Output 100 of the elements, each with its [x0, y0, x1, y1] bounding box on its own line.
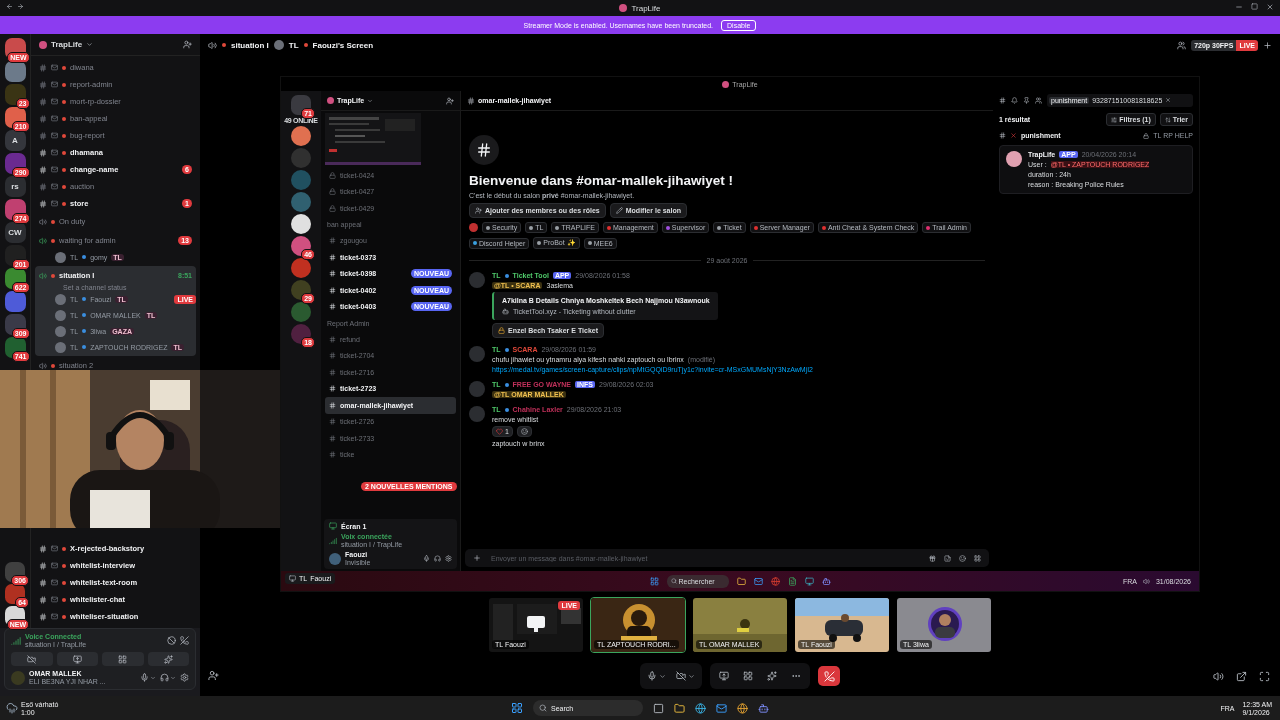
viewers-icon	[1177, 40, 1187, 50]
popout-icon[interactable]	[1236, 670, 1247, 682]
lock-icon	[1143, 132, 1150, 139]
hash-icon	[39, 131, 47, 140]
settings-icon[interactable]	[445, 555, 452, 562]
leave-call-button[interactable]	[818, 666, 840, 686]
chevron-icon	[170, 674, 176, 681]
sparkles-icon	[767, 671, 777, 681]
start-icon[interactable]	[649, 576, 659, 586]
forward-icon[interactable]	[17, 3, 24, 10]
settings-icon[interactable]	[180, 673, 189, 682]
hash-icon	[39, 182, 47, 191]
lock-icon	[329, 188, 336, 196]
mic-icon	[140, 673, 149, 682]
deafen-button[interactable]	[160, 673, 176, 682]
document-icon[interactable]	[787, 576, 797, 586]
task-view-icon[interactable]	[653, 702, 664, 714]
avatar	[1006, 151, 1022, 167]
mail-icon[interactable]	[753, 576, 763, 586]
share-screen-button[interactable]	[56, 652, 98, 666]
mic-icon[interactable]	[423, 555, 430, 562]
hash-icon	[39, 148, 47, 157]
start-icon[interactable]	[511, 702, 523, 714]
status-dot	[51, 273, 55, 278]
avatar	[469, 406, 485, 422]
monitor-icon[interactable]	[804, 576, 814, 586]
browser-icon[interactable]	[695, 702, 706, 714]
close-icon[interactable]	[1266, 3, 1274, 11]
status-dot	[62, 597, 66, 602]
emoji-icon[interactable]	[959, 554, 966, 562]
lock-icon	[498, 327, 505, 334]
weather-icon	[6, 702, 18, 714]
hash-icon	[39, 612, 47, 621]
signal-icon	[329, 536, 337, 545]
mic-icon	[647, 671, 657, 681]
avatar	[469, 223, 478, 232]
status-dot	[62, 184, 66, 189]
screen-icon	[289, 575, 296, 582]
server-name[interactable]: TrapLife	[51, 40, 83, 49]
threads-icon[interactable]	[999, 96, 1006, 104]
apps-icon[interactable]	[974, 554, 981, 562]
chat-app-icon[interactable]	[758, 702, 769, 714]
filter-icon	[1111, 116, 1118, 123]
bot-icon	[502, 308, 509, 315]
gift-icon[interactable]	[929, 554, 936, 562]
bell-icon[interactable]	[1011, 96, 1018, 104]
signal-icon	[11, 635, 21, 646]
chevron-icon	[150, 674, 156, 681]
avatar	[469, 272, 485, 288]
headphones-icon[interactable]	[434, 555, 441, 562]
invite-icon[interactable]	[208, 670, 219, 681]
avatar	[329, 552, 341, 565]
server-icon[interactable]: CW	[4, 222, 26, 243]
invite-icon[interactable]	[183, 40, 192, 49]
mail-icon	[51, 149, 58, 156]
screen-icon	[329, 522, 337, 530]
activities-button[interactable]	[102, 652, 144, 666]
volume-icon[interactable]	[1213, 670, 1224, 682]
members-icon[interactable]	[1035, 96, 1042, 104]
avatar	[55, 325, 66, 337]
volume-icon[interactable]	[1142, 577, 1150, 585]
chat-app-icon[interactable]	[821, 576, 831, 586]
status-dot	[82, 297, 87, 301]
pin-icon[interactable]	[1023, 96, 1030, 104]
hash-icon	[329, 253, 336, 261]
mail-icon[interactable]	[716, 702, 727, 714]
server-icon[interactable]: A	[4, 130, 26, 151]
headphones-icon	[160, 673, 169, 682]
folder-icon[interactable]	[674, 702, 685, 714]
mute-button[interactable]	[140, 673, 156, 682]
screen-share-icon	[719, 671, 729, 681]
hash-icon	[329, 401, 336, 409]
mail-icon	[51, 81, 58, 88]
hash-icon	[329, 270, 336, 278]
clear-icon[interactable]	[1165, 97, 1172, 103]
server-icon[interactable]	[291, 214, 311, 234]
soundboard-button[interactable]	[147, 652, 189, 666]
add-icon[interactable]	[1263, 40, 1272, 50]
fullscreen-icon[interactable]	[1259, 670, 1270, 682]
server-icon[interactable]	[291, 126, 311, 146]
sticker-icon[interactable]	[944, 554, 951, 562]
server-icon[interactable]: rs	[4, 176, 26, 197]
camera-button[interactable]	[11, 652, 53, 666]
hash-icon	[39, 199, 47, 208]
disconnect-icon[interactable]	[180, 636, 189, 645]
add-reaction-button[interactable]	[516, 426, 532, 437]
invite-icon[interactable]	[446, 96, 454, 105]
back-icon[interactable]	[6, 3, 13, 10]
browser-icon[interactable]	[770, 576, 780, 586]
mail-icon	[51, 115, 58, 122]
plus-icon[interactable]	[473, 554, 481, 562]
maximize-icon[interactable]	[1251, 3, 1258, 10]
add-user-icon	[475, 207, 482, 214]
folder-icon[interactable]	[736, 576, 746, 586]
camera-off-icon	[27, 654, 37, 664]
lock-icon	[329, 204, 336, 212]
hash-icon	[329, 237, 336, 245]
cross-icon	[1010, 132, 1017, 139]
status-dot	[62, 82, 66, 87]
browser-icon[interactable]	[737, 702, 748, 714]
